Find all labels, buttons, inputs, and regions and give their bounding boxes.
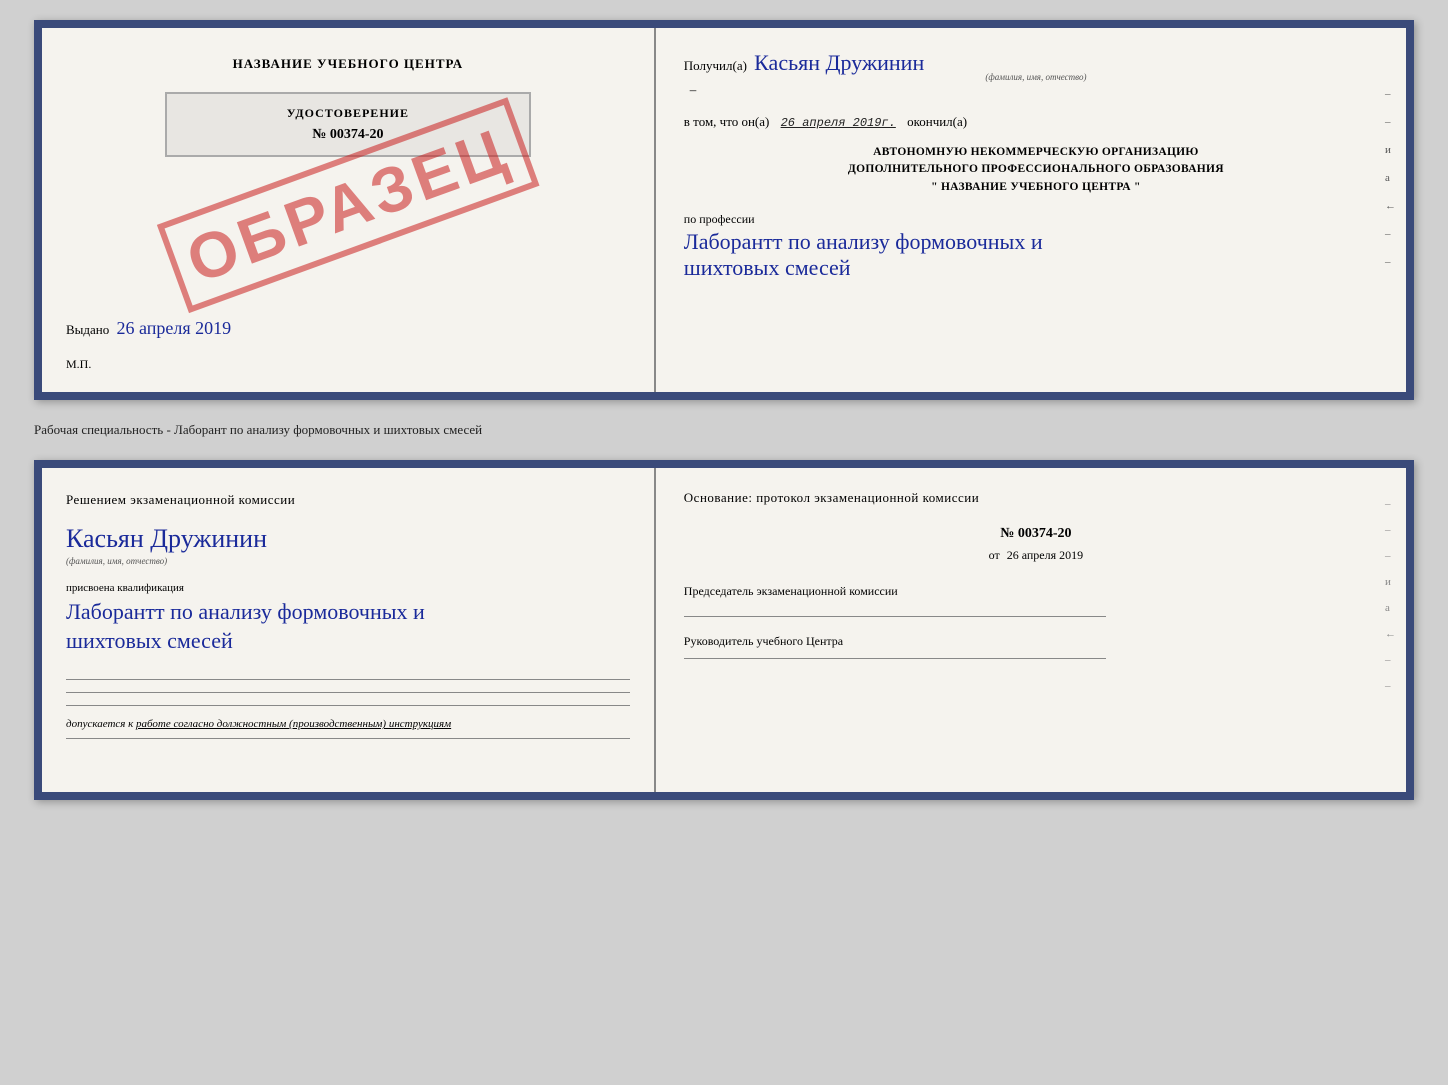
- certificate-title: УДОСТОВЕРЕНИЕ: [177, 106, 519, 121]
- protocol-date-line: от 26 апреля 2019: [684, 548, 1388, 563]
- bottom-lines: [66, 679, 630, 706]
- mark7: –: [1385, 654, 1396, 666]
- dash3: и: [1385, 144, 1396, 156]
- received-prefix: Получил(а): [684, 58, 747, 73]
- page-container: НАЗВАНИЕ УЧЕБНОГО ЦЕНТРА ОБРАЗЕЦ УДОСТОВ…: [34, 20, 1414, 800]
- dash: –: [690, 82, 697, 97]
- specialty-label: Рабочая специальность - Лаборант по анал…: [34, 418, 1414, 442]
- top-left-panel: НАЗВАНИЕ УЧЕБНОГО ЦЕНТРА ОБРАЗЕЦ УДОСТОВ…: [42, 28, 656, 392]
- dash1: –: [1385, 88, 1396, 100]
- bottom-right-panel: Основание: протокол экзаменационной коми…: [656, 468, 1406, 792]
- line1: [66, 679, 630, 680]
- mark4: и: [1385, 576, 1396, 588]
- mark6: ←: [1385, 628, 1396, 640]
- completed-date: 26 апреля 2019г.: [781, 116, 896, 130]
- protocol-date-prefix: от: [989, 548, 1000, 562]
- issued-label: Выдано: [66, 322, 109, 337]
- chairman-label: Председатель экзаменационной комиссии: [684, 583, 1388, 600]
- received-name: Касьян Дружинин: [754, 50, 924, 75]
- mark3: –: [1385, 550, 1396, 562]
- line3: [66, 705, 630, 706]
- certificate-number: № 00374-20: [177, 127, 519, 143]
- profession-line: по профессии Лаборантт по анализу формов…: [684, 212, 1388, 281]
- mark8: –: [1385, 680, 1396, 692]
- mp-label: М.П.: [66, 357, 630, 372]
- completed-prefix: в том, что он(а): [684, 114, 770, 129]
- mark1: –: [1385, 498, 1396, 510]
- org-line2: ДОПОЛНИТЕЛЬНОГО ПРОФЕССИОНАЛЬНОГО ОБРАЗО…: [684, 161, 1388, 178]
- line2: [66, 692, 630, 693]
- right-side-marks-bottom: – – – и а ← – –: [1385, 498, 1396, 692]
- mark2: –: [1385, 524, 1396, 536]
- dash6: –: [1385, 228, 1396, 240]
- issued-line: Выдано 26 апреля 2019: [66, 318, 630, 339]
- dash5: ←: [1385, 200, 1396, 212]
- training-center-title: НАЗВАНИЕ УЧЕБНОГО ЦЕНТРА: [66, 56, 630, 72]
- допускается-prefix: допускается к: [66, 718, 133, 730]
- bottom-document-card: Решением экзаменационной комиссии Касьян…: [34, 460, 1414, 800]
- qualification-name: Лаборантт по анализу формовочных ишихтов…: [66, 598, 630, 655]
- org-block: АВТОНОМНУЮ НЕКОММЕРЧЕСКУЮ ОРГАНИЗАЦИЮ ДО…: [684, 144, 1388, 196]
- top-right-panel: Получил(а) Касьян Дружинин (фамилия, имя…: [656, 28, 1406, 392]
- director-label: Руководитель учебного Центра: [684, 633, 1388, 650]
- допускается-text: работе согласно должностным (производств…: [136, 718, 451, 730]
- line4: [66, 738, 630, 739]
- dash2: –: [1385, 116, 1396, 128]
- protocol-number: № 00374-20: [684, 526, 1388, 542]
- name-subtitle: (фамилия, имя, отчество): [66, 556, 630, 566]
- profession-name: Лаборантт по анализу формовочных ишихтов…: [684, 229, 1388, 281]
- decision-title: Решением экзаменационной комиссии: [66, 492, 630, 508]
- protocol-date: 26 апреля 2019: [1007, 548, 1083, 562]
- chairman-signature-line: [684, 616, 1107, 617]
- dash4: а: [1385, 172, 1396, 184]
- issued-date: 26 апреля 2019: [117, 318, 232, 338]
- director-signature-line: [684, 658, 1107, 659]
- completed-line: в том, что он(а) 26 апреля 2019г. окончи…: [684, 114, 1388, 130]
- profession-prefix: по профессии: [684, 212, 755, 226]
- org-line1: АВТОНОМНУЮ НЕКОММЕРЧЕСКУЮ ОРГАНИЗАЦИЮ: [684, 144, 1388, 161]
- org-line3: " НАЗВАНИЕ УЧЕБНОГО ЦЕНТРА ": [684, 179, 1388, 196]
- person-name: Касьян Дружинин: [66, 524, 630, 554]
- received-line: Получил(а) Касьян Дружинин (фамилия, имя…: [684, 50, 1388, 98]
- completed-suffix: окончил(а): [907, 114, 967, 129]
- right-side-lines: – – и а ← – –: [1385, 88, 1396, 268]
- qualification-prefix: присвоена квалификация: [66, 582, 630, 594]
- mark5: а: [1385, 602, 1396, 614]
- допускается-block: допускается к работе согласно должностны…: [66, 718, 630, 730]
- basis-title: Основание: протокол экзаменационной коми…: [684, 490, 1388, 506]
- dash7: –: [1385, 256, 1396, 268]
- top-document-card: НАЗВАНИЕ УЧЕБНОГО ЦЕНТРА ОБРАЗЕЦ УДОСТОВ…: [34, 20, 1414, 400]
- doc-left-bottom: Выдано 26 апреля 2019 М.П.: [66, 308, 630, 372]
- bottom-left-panel: Решением экзаменационной комиссии Касьян…: [42, 468, 656, 792]
- certificate-box: УДОСТОВЕРЕНИЕ № 00374-20: [165, 92, 531, 157]
